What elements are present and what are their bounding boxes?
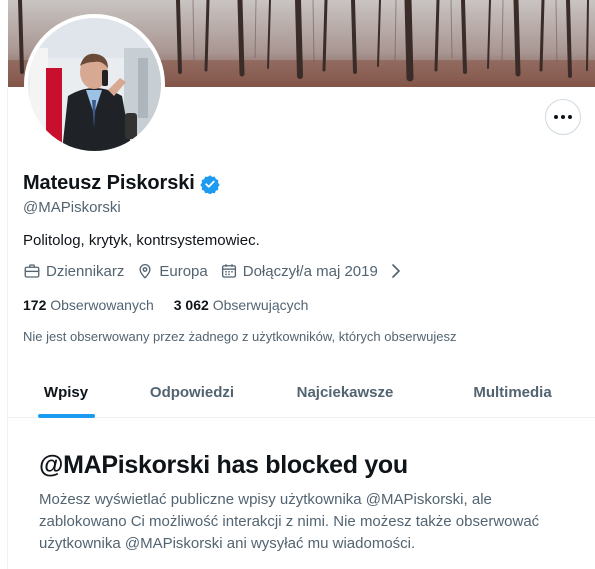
- tab-label: Najciekawsze: [296, 383, 394, 401]
- profile-name-row: Mateusz Piskorski: [23, 172, 220, 195]
- profile-meta: Dziennikarz Europa Dołączył/a maj 2019: [23, 262, 405, 280]
- profile-handle: @MAPiskorski: [23, 199, 121, 216]
- followers-count: 3 062: [173, 297, 209, 313]
- briefcase-icon: [24, 264, 40, 278]
- profile-tabs: Wpisy Odpowiedzi Najciekawsze Multimedia: [8, 366, 595, 418]
- tab-wpisy[interactable]: Wpisy: [8, 366, 124, 418]
- following-count: 172: [23, 297, 47, 313]
- profession-item: Dziennikarz: [23, 262, 124, 280]
- blocked-message: Możesz wyświetlać publiczne wpisy użytko…: [39, 491, 540, 552]
- tab-label: Multimedia: [473, 383, 552, 401]
- tab-label: Wpisy: [43, 383, 89, 401]
- joined-label: Dołączył/a maj 2019: [242, 262, 378, 280]
- tab-najciekawsze[interactable]: Najciekawsze: [260, 366, 430, 418]
- calendar-icon: [221, 264, 236, 278]
- chevron-right-icon: [392, 264, 400, 278]
- tab-label: Odpowiedzi: [149, 383, 235, 401]
- followed-by-text: Nie jest obserwowany przez żadnego z uży…: [23, 329, 457, 344]
- follow-stats: 172 Obserwowanych 3 062 Obserwujących: [23, 297, 328, 313]
- more-options-button[interactable]: [545, 99, 581, 135]
- following-label: Obserwowanych: [50, 297, 154, 313]
- blocked-title: @MAPiskorski has blocked you: [39, 451, 408, 479]
- profile-page: Mateusz Piskorski @MAPiskorski Politolog…: [0, 0, 595, 569]
- following-link[interactable]: 172 Obserwowanych: [23, 297, 154, 313]
- location-label: Europa: [159, 262, 208, 280]
- more-icon: [554, 115, 572, 119]
- profile-bio: Politolog, krytyk, kontrsystemowiec.: [23, 232, 260, 249]
- followers-label: Obserwujących: [212, 297, 309, 313]
- tab-multimedia[interactable]: Multimedia: [430, 366, 595, 418]
- joined-item[interactable]: Dołączył/a maj 2019: [220, 262, 405, 280]
- avatar[interactable]: [24, 14, 165, 155]
- location-item: Europa: [136, 262, 208, 280]
- verified-badge-icon[interactable]: [200, 174, 220, 194]
- avatar-photo: [28, 18, 161, 151]
- profession-label: Dziennikarz: [46, 262, 125, 280]
- followers-link[interactable]: 3 062 Obserwujących: [174, 297, 309, 313]
- tab-odpowiedzi[interactable]: Odpowiedzi: [124, 366, 260, 418]
- location-pin-icon: [139, 264, 151, 279]
- active-tab-indicator: [38, 414, 95, 418]
- profile-name: Mateusz Piskorski: [23, 172, 195, 194]
- column-border: [7, 87, 8, 569]
